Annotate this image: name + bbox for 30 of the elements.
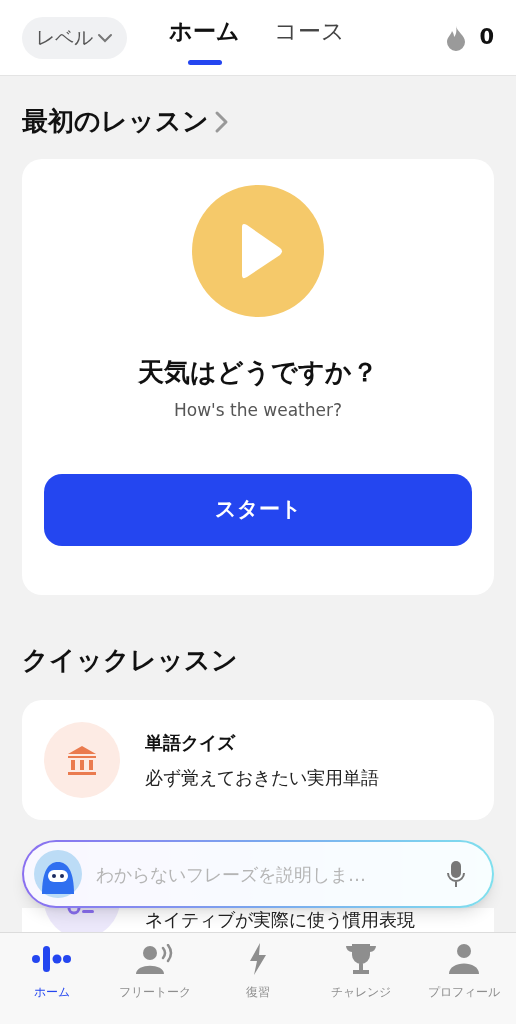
sound-wave-icon (31, 944, 72, 974)
nav-tab[interactable]: ホーム (0, 943, 104, 1024)
section-heading: クイックレッスン (22, 644, 239, 677)
tab[interactable]: コース (274, 10, 345, 65)
lesson-card[interactable]: 単語クイズ 必ず覚えておきたい実用単語 (22, 700, 494, 820)
lesson-subtitle: ネイティブが実際に使う慣用表現 (145, 909, 415, 931)
lesson-title: 天気はどうですか？ (138, 356, 378, 389)
chat-input-bar[interactable]: わからないフレーズを説明しま… (24, 842, 492, 906)
tab[interactable]: ホーム (169, 10, 240, 65)
lesson-subtitle: How's the weather? (174, 399, 342, 422)
chevron-down-icon (97, 32, 113, 43)
person-icon (448, 943, 481, 975)
nav-tab[interactable]: フリートーク (103, 943, 207, 1024)
nav-tab[interactable]: プロフィール (412, 943, 516, 1024)
robot-avatar-icon[interactable] (34, 850, 82, 898)
speaking-person-icon (135, 944, 174, 974)
chevron-right-icon[interactable] (213, 109, 229, 134)
lesson-subtitle: 必ず覚えておきたい実用単語 (145, 766, 379, 790)
level-dropdown[interactable]: レベル (22, 16, 127, 59)
bank-icon (44, 722, 120, 798)
microphone-icon[interactable] (446, 860, 466, 888)
lightning-icon (249, 943, 267, 975)
nav-tab[interactable]: チャレンジ (309, 943, 413, 1024)
start-button[interactable]: スタート (44, 473, 472, 546)
lesson-title: 単語クイズ (145, 731, 237, 755)
nav-tab[interactable]: 復習 (206, 943, 310, 1024)
flame-icon (445, 24, 468, 51)
trophy-icon (345, 943, 378, 975)
section-heading: 最初のレッスン (22, 105, 209, 138)
streak-count: 0 (479, 23, 494, 51)
